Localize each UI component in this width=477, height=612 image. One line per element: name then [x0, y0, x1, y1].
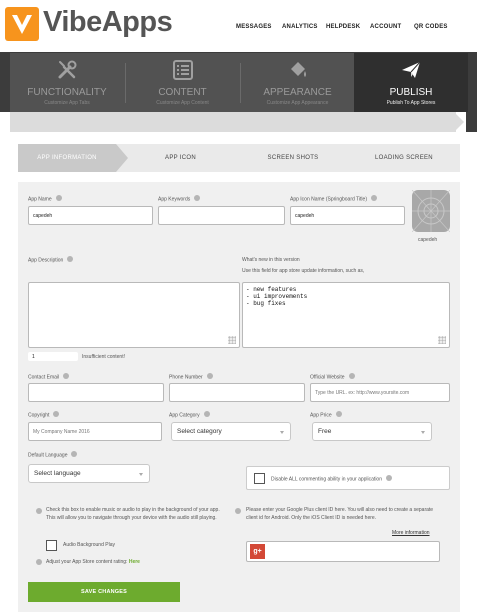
section-title: FUNCTIONALITY	[27, 87, 107, 98]
info-icon[interactable]	[63, 373, 70, 379]
info-icon[interactable]	[203, 411, 210, 417]
section-title: APPEARANCE	[263, 87, 332, 98]
section-subtitle: Publish To App Stores	[386, 100, 436, 106]
info-icon[interactable]	[71, 451, 78, 457]
resize-grip-icon[interactable]	[438, 336, 446, 344]
paper-plane-icon	[402, 61, 421, 78]
icon-name-label: App Icon Name (Springboard Title)	[290, 195, 377, 202]
price-label: App Price	[310, 411, 342, 418]
nav-messages[interactable]: MESSAGES	[236, 24, 272, 30]
info-icon[interactable]	[36, 559, 42, 565]
resize-grip-icon[interactable]	[228, 336, 236, 344]
app-name-input[interactable]: capedeh	[28, 206, 153, 225]
disable-comments-label: Disable ALL commenting ability in your a…	[271, 475, 392, 482]
nav-qr-codes[interactable]: QR CODES	[414, 24, 448, 30]
google-plus-icon: g+	[250, 544, 265, 559]
step-arrow	[116, 144, 128, 172]
more-information-link[interactable]: More information	[392, 529, 430, 537]
step-loading-screen[interactable]: LOADING SCREEN	[348, 144, 460, 172]
info-icon[interactable]	[194, 195, 201, 201]
language-select[interactable]: Select language	[28, 464, 150, 483]
section-content[interactable]: CONTENT Customize App Content	[126, 53, 239, 112]
description-textarea[interactable]	[28, 282, 240, 348]
disable-comments-checkbox[interactable]	[254, 473, 265, 484]
chevron-down-icon	[139, 472, 143, 476]
rating-link[interactable]: Here	[129, 559, 140, 565]
brand-name[interactable]: VibeApps	[43, 6, 173, 39]
vibeapps-logo-icon[interactable]	[5, 7, 39, 41]
contact-email-label: Contact Email	[28, 373, 70, 380]
website-label: Official Website	[310, 373, 355, 380]
step-app-icon[interactable]: APP ICON	[128, 144, 233, 172]
audio-background-label: Audio Background Play	[63, 542, 115, 548]
info-icon[interactable]	[206, 373, 213, 379]
chevron-down-icon	[421, 430, 425, 434]
rating-text: Adjust your App Store content rating: He…	[46, 559, 140, 565]
nav-helpdesk[interactable]: HELPDESK	[326, 24, 360, 30]
whats-new-hint: Use this field for app store update info…	[242, 268, 365, 274]
info-icon[interactable]	[55, 195, 62, 201]
list-icon	[172, 60, 193, 80]
info-icon[interactable]	[335, 411, 342, 417]
top-bar: VibeApps MESSAGES ANALYTICS HELPDESK ACC…	[0, 0, 477, 52]
info-icon[interactable]	[53, 411, 60, 417]
phone-input[interactable]	[169, 383, 305, 402]
icon-grid-icon	[411, 189, 451, 233]
contact-email-input[interactable]	[28, 383, 164, 402]
info-icon[interactable]	[235, 508, 241, 514]
app-keywords-label: App Keywords	[158, 195, 201, 202]
website-input[interactable]: Type the URL. ex: http://www.yoursite.co…	[310, 383, 450, 402]
audio-background-checkbox[interactable]	[46, 540, 57, 551]
info-icon[interactable]	[386, 475, 392, 481]
section-title: PUBLISH	[389, 87, 433, 98]
char-status: Insufficient content!	[82, 354, 125, 360]
app-name-label: App Name	[28, 195, 62, 202]
gplus-info-text: Please enter your Google Plus client ID …	[246, 507, 434, 521]
gplus-client-id-input[interactable]: g+	[246, 541, 440, 562]
language-label: Default Language	[28, 451, 78, 458]
icon-name-input[interactable]: capedeh	[290, 206, 405, 225]
whats-new-label: What's new in this version	[242, 257, 300, 263]
nav-analytics[interactable]: ANALYTICS	[282, 24, 318, 30]
icon-caption: capedeh	[418, 237, 438, 243]
app-icon-preview[interactable]	[411, 189, 451, 233]
section-appearance[interactable]: APPEARANCE Customize App Appearance	[241, 53, 354, 112]
section-subtitle: Customize App Appearance	[266, 100, 329, 106]
nav-account[interactable]: ACCOUNT	[370, 24, 401, 30]
chevron-down-icon	[280, 430, 284, 434]
app-information-form: App Name capedeh App Keywords App Icon N…	[18, 182, 460, 612]
disable-comments-box: Disable ALL commenting ability in your a…	[246, 466, 450, 490]
section-title: CONTENT	[158, 87, 207, 98]
save-changes-button[interactable]: SAVE CHANGES	[28, 582, 180, 602]
phone-label: Phone Number	[169, 373, 213, 380]
tools-icon	[58, 60, 77, 79]
category-select[interactable]: Select category	[171, 422, 291, 441]
char-count: 1	[28, 352, 78, 361]
paint-bucket-icon	[290, 62, 306, 77]
app-keywords-input[interactable]	[158, 206, 285, 225]
price-select[interactable]: Free	[312, 422, 432, 441]
whats-new-text: - new features - ui improvements - bug f…	[246, 286, 308, 307]
whats-new-textarea[interactable]: - new features - ui improvements - bug f…	[242, 282, 450, 348]
copyright-input[interactable]: My Company Name 2016	[28, 422, 162, 441]
step-app-information[interactable]: APP INFORMATION	[18, 144, 116, 172]
category-label: App Category	[169, 411, 210, 418]
section-functionality[interactable]: FUNCTIONALITY Customize App Tabs	[10, 53, 124, 112]
progress-strip	[0, 112, 477, 134]
section-bar: FUNCTIONALITY Customize App Tabs CONTENT…	[0, 52, 477, 112]
info-icon[interactable]	[36, 508, 42, 514]
section-subtitle: Customize App Content	[156, 100, 209, 106]
step-screen-shots[interactable]: SCREEN SHOTS	[238, 144, 348, 172]
section-publish[interactable]: PUBLISH Publish To App Stores	[354, 53, 468, 112]
description-label: App Description	[28, 256, 74, 263]
info-icon[interactable]	[348, 373, 355, 379]
copyright-label: Copyright	[28, 411, 60, 418]
section-subtitle: Customize App Tabs	[44, 100, 90, 106]
publish-steps: APP INFORMATION APP ICON SCREEN SHOTS LO…	[18, 144, 460, 172]
audio-info-text: Check this box to enable music or audio …	[46, 507, 220, 521]
info-icon[interactable]	[67, 256, 74, 262]
info-icon[interactable]	[370, 195, 377, 201]
